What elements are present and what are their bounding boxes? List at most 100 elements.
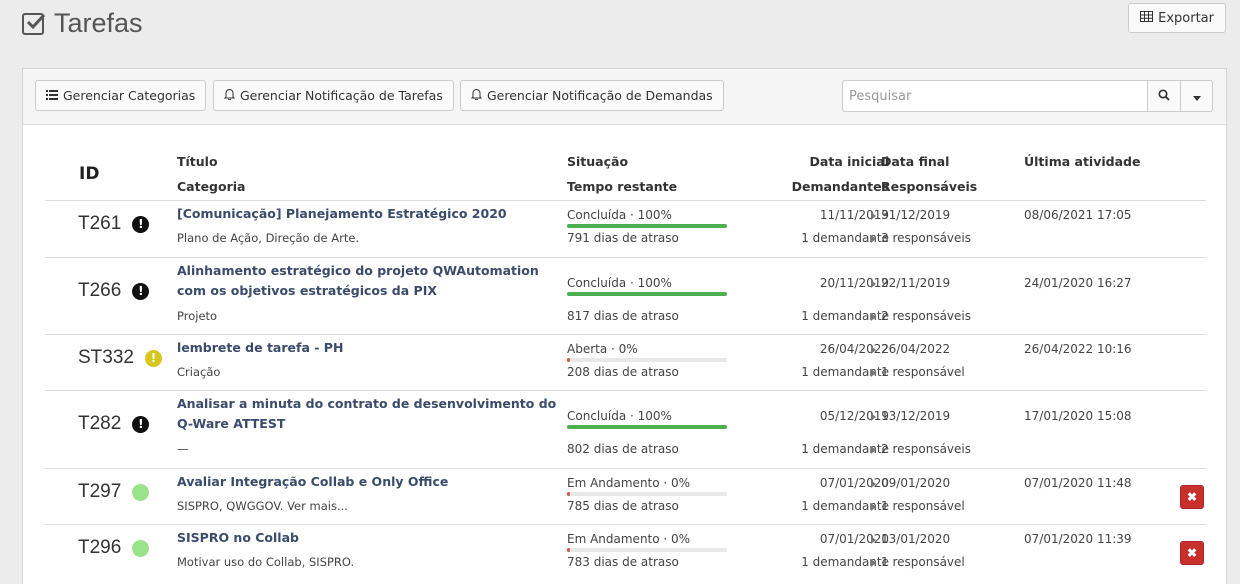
column-header-time-left: Tempo restante bbox=[567, 179, 678, 194]
task-id: T296 bbox=[78, 537, 150, 559]
arrow-right-icon bbox=[871, 413, 876, 421]
priority-yellow-icon: ! bbox=[144, 349, 162, 367]
task-status: Aberta · 0% bbox=[567, 342, 638, 356]
row-divider bbox=[45, 524, 1206, 525]
task-category: Criação bbox=[177, 365, 221, 379]
arrow-right-icon bbox=[871, 446, 876, 454]
row-divider bbox=[45, 334, 1206, 335]
close-icon: ✖ bbox=[1186, 546, 1198, 560]
row-divider bbox=[45, 200, 1206, 201]
task-responsible[interactable]: 3 responsáveis bbox=[881, 231, 971, 245]
task-start-date: 07/01/2020 bbox=[819, 532, 889, 546]
task-last-activity: 07/01/2020 11:48 bbox=[1024, 476, 1132, 490]
caret-down-icon bbox=[1192, 89, 1201, 104]
task-title-link[interactable]: Avaliar Integração Collab e Only Office bbox=[177, 472, 557, 492]
task-last-activity: 24/01/2020 16:27 bbox=[1024, 276, 1132, 290]
priority-black-icon: ! bbox=[132, 282, 150, 300]
progress-fill bbox=[567, 548, 570, 552]
task-end-date: 31/12/2019 bbox=[881, 208, 951, 222]
table-icon bbox=[1140, 10, 1154, 26]
task-last-activity: 07/01/2020 11:39 bbox=[1024, 532, 1132, 546]
task-title-link[interactable]: Analisar a minuta do contrato de desenvo… bbox=[177, 394, 557, 434]
task-time-left: 208 dias de atraso bbox=[567, 365, 679, 379]
task-status: Em Andamento · 0% bbox=[567, 532, 691, 546]
tasks-panel: Gerenciar Categorias Gerenciar Notificaç… bbox=[22, 68, 1227, 584]
task-end-date: 26/04/2022 bbox=[881, 342, 951, 356]
search-icon bbox=[1158, 88, 1170, 104]
progress-fill bbox=[567, 425, 727, 429]
export-button[interactable]: Exportar bbox=[1128, 3, 1226, 33]
close-icon: ✖ bbox=[1186, 490, 1198, 504]
manage-demand-notification-label: Gerenciar Notificação de Demandas bbox=[487, 88, 713, 103]
page-title: Tarefas bbox=[54, 8, 143, 38]
arrow-right-icon bbox=[871, 313, 876, 321]
task-category: Projeto bbox=[177, 309, 218, 323]
task-time-left: 791 dias de atraso bbox=[567, 231, 679, 245]
task-id-text: T261 bbox=[78, 213, 122, 234]
search-options-dropdown[interactable] bbox=[1181, 80, 1213, 112]
manage-categories-label: Gerenciar Categorias bbox=[63, 88, 196, 103]
search-button[interactable] bbox=[1148, 80, 1181, 112]
search-input[interactable] bbox=[842, 80, 1148, 112]
delete-task-button[interactable]: ✖ bbox=[1180, 485, 1204, 509]
task-id-text: T297 bbox=[78, 481, 122, 502]
progress-bar bbox=[567, 548, 727, 552]
progress-fill bbox=[567, 224, 727, 228]
task-title-link[interactable]: [Comunicação] Planejamento Estratégico 2… bbox=[177, 204, 557, 224]
column-header-demanders: Demandantes bbox=[791, 179, 889, 194]
task-time-left: 783 dias de atraso bbox=[567, 555, 679, 569]
progress-bar bbox=[567, 358, 727, 362]
column-header-title: Título bbox=[177, 154, 218, 169]
arrow-right-icon bbox=[871, 480, 876, 488]
task-status: Em Andamento · 0% bbox=[567, 476, 691, 490]
task-responsible[interactable]: 1 responsável bbox=[881, 365, 965, 379]
progress-fill bbox=[567, 492, 570, 496]
task-category: Plano de Ação, Direção de Arte. bbox=[177, 231, 360, 245]
task-status: Concluída · 100% bbox=[567, 276, 672, 290]
task-responsible[interactable]: 1 responsável bbox=[881, 555, 965, 569]
manage-categories-button[interactable]: Gerenciar Categorias bbox=[35, 80, 207, 111]
task-start-date: 11/11/2019 bbox=[819, 208, 889, 222]
task-responsible[interactable]: 1 responsável bbox=[881, 499, 965, 513]
task-start-date: 26/04/2022 bbox=[819, 342, 889, 356]
manage-demand-notification-button[interactable]: Gerenciar Notificação de Demandas bbox=[460, 80, 724, 111]
task-category: — bbox=[177, 442, 189, 456]
task-end-date: 22/11/2019 bbox=[881, 276, 951, 290]
task-start-date: 20/11/2019 bbox=[819, 276, 889, 290]
task-id: T261! bbox=[78, 213, 150, 235]
checkbox-icon bbox=[22, 12, 46, 35]
column-header-start-date: Data inicial bbox=[809, 154, 889, 169]
task-title-link[interactable]: lembrete de tarefa - PH bbox=[177, 338, 557, 358]
task-status: Concluída · 100% bbox=[567, 409, 672, 423]
column-header-category: Categoria bbox=[177, 179, 246, 194]
priority-black-icon: ! bbox=[132, 215, 150, 233]
column-header-last-activity: Última atividade bbox=[1024, 154, 1141, 169]
task-id-text: ST332 bbox=[78, 347, 134, 368]
page-header: Tarefas bbox=[22, 8, 143, 39]
task-responsible[interactable]: 2 responsáveis bbox=[881, 309, 971, 323]
task-title-link[interactable]: Alinhamento estratégico do projeto QWAut… bbox=[177, 261, 557, 301]
priority-black-icon: ! bbox=[132, 415, 150, 433]
task-category[interactable]: SISPRO, QWGGOV. Ver mais... bbox=[177, 499, 348, 513]
task-end-date: 13/12/2019 bbox=[881, 409, 951, 423]
arrow-right-icon bbox=[871, 559, 876, 567]
manage-task-notification-button[interactable]: Gerenciar Notificação de Tarefas bbox=[213, 80, 454, 111]
bell-icon bbox=[223, 88, 236, 103]
progress-fill bbox=[567, 292, 727, 296]
progress-bar bbox=[567, 425, 727, 429]
toolbar: Gerenciar Categorias Gerenciar Notificaç… bbox=[23, 69, 1226, 125]
column-header-id: ID bbox=[79, 164, 100, 184]
task-id-text: T296 bbox=[78, 537, 122, 558]
task-start-date: 07/01/2020 bbox=[819, 476, 889, 490]
task-id-text: T266 bbox=[78, 280, 122, 301]
row-divider bbox=[45, 390, 1206, 391]
task-responsible[interactable]: 2 responsáveis bbox=[881, 442, 971, 456]
progress-bar bbox=[567, 292, 727, 296]
list-icon bbox=[46, 88, 58, 103]
delete-task-button[interactable]: ✖ bbox=[1180, 541, 1204, 565]
task-title-link[interactable]: SISPRO no Collab bbox=[177, 528, 557, 548]
task-category: Motivar uso do Collab, SISPRO. bbox=[177, 555, 355, 569]
task-last-activity: 17/01/2020 15:08 bbox=[1024, 409, 1132, 423]
column-header-status: Situação bbox=[567, 154, 629, 169]
arrow-right-icon bbox=[871, 235, 876, 243]
